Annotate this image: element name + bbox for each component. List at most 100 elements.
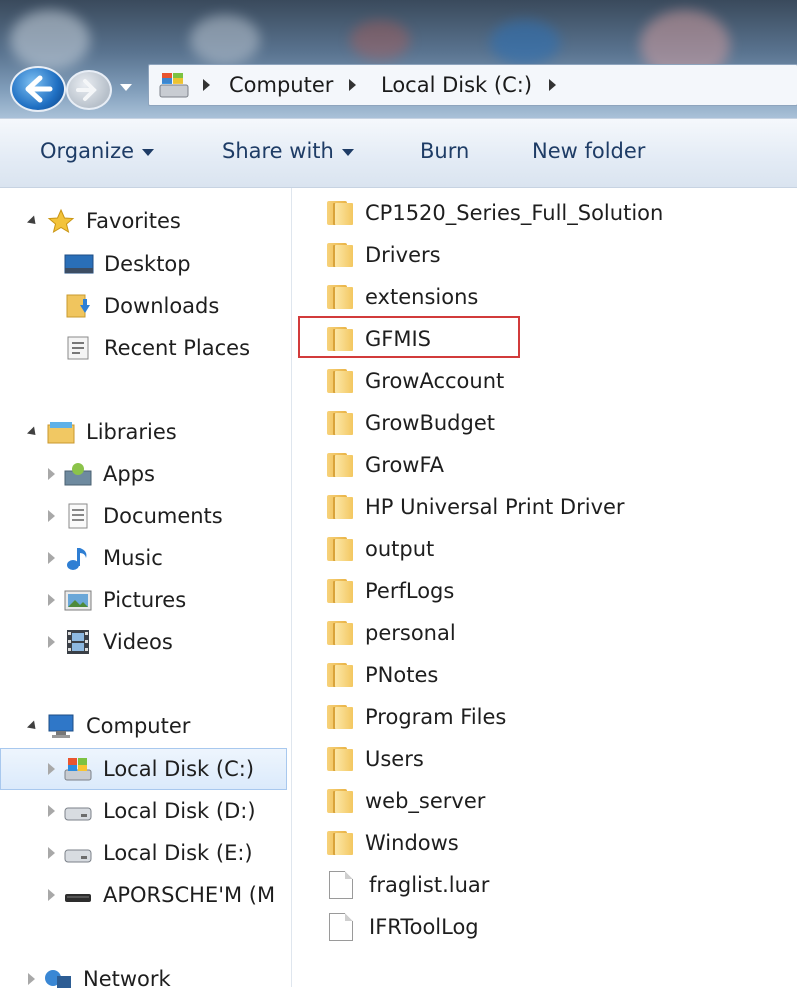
document-icon (329, 913, 353, 941)
folder-item[interactable]: PerfLogs (325, 570, 795, 612)
breadcrumb-separator[interactable] (349, 79, 356, 91)
breadcrumb-separator[interactable] (549, 79, 556, 91)
expand-arrow-icon[interactable] (26, 425, 40, 439)
hard-drive-icon (63, 798, 93, 824)
folder-icon (325, 705, 355, 729)
downloads-icon (64, 293, 94, 319)
nav-label: Computer (86, 714, 191, 738)
star-icon (46, 208, 76, 234)
expand-arrow-icon[interactable] (48, 805, 55, 817)
organize-menu[interactable]: Organize (40, 139, 155, 163)
folder-icon (325, 663, 355, 687)
computer-icon (46, 713, 76, 739)
nav-network[interactable]: Network (28, 959, 171, 999)
nav-label: Local Disk (E:) (103, 841, 253, 865)
back-button[interactable] (10, 66, 66, 112)
forward-arrow-icon (76, 79, 97, 101)
organize-label: Organize (40, 139, 135, 163)
folder-item[interactable]: GrowBudget (325, 402, 795, 444)
nav-label: Network (83, 967, 171, 991)
folder-item[interactable]: GrowAccount (325, 360, 795, 402)
forward-button[interactable] (66, 70, 112, 110)
nav-item-apps[interactable]: Apps (48, 454, 155, 494)
folder-name: PNotes (365, 663, 439, 687)
nav-item-local-disk-d[interactable]: Local Disk (D:) (48, 791, 256, 831)
folder-item[interactable]: PNotes (325, 654, 795, 696)
expand-arrow-icon[interactable] (48, 510, 55, 522)
expand-arrow-icon[interactable] (48, 889, 55, 901)
folder-name: CP1520_Series_Full_Solution (365, 201, 664, 225)
nav-item-local-disk-e[interactable]: Local Disk (E:) (48, 833, 253, 873)
documents-icon (63, 503, 93, 529)
expand-arrow-icon[interactable] (48, 468, 55, 480)
nav-label: Recent Places (104, 336, 251, 360)
desktop-icon (64, 251, 94, 277)
nav-item-pictures[interactable]: Pictures (48, 580, 186, 620)
nav-item-removable-drive[interactable]: APORSCHE'M (M (48, 875, 275, 915)
folder-name: personal (365, 621, 456, 645)
folder-item[interactable]: Users (325, 738, 795, 780)
nav-label: Libraries (86, 420, 177, 444)
folder-item[interactable]: GrowFA (325, 444, 795, 486)
folder-icon (325, 789, 355, 813)
usb-drive-icon (63, 882, 93, 908)
expand-arrow-icon[interactable] (26, 719, 40, 733)
expand-arrow-icon[interactable] (48, 636, 55, 648)
breadcrumb-local-disk-c[interactable]: Local Disk (C:) (381, 73, 532, 97)
recent-pages-dropdown[interactable] (120, 84, 132, 91)
expand-arrow-icon[interactable] (26, 214, 40, 228)
folder-icon (325, 201, 355, 225)
folder-icon (325, 285, 355, 309)
folder-name: web_server (365, 789, 486, 813)
nav-item-desktop[interactable]: Desktop (64, 244, 191, 284)
expand-arrow-icon[interactable] (48, 763, 55, 775)
nav-item-documents[interactable]: Documents (48, 496, 223, 536)
nav-item-videos[interactable]: Videos (48, 622, 173, 662)
breadcrumb-computer[interactable]: Computer (229, 73, 333, 97)
expand-arrow-icon[interactable] (28, 973, 35, 985)
computer-drive-icon (159, 73, 189, 98)
nav-item-recent-places[interactable]: Recent Places (64, 328, 250, 368)
nav-libraries[interactable]: Libraries (26, 412, 177, 452)
folder-item[interactable]: Drivers (325, 234, 795, 276)
folder-name: GrowAccount (365, 369, 505, 393)
file-item[interactable]: IFRToolLog (325, 906, 795, 948)
file-item[interactable]: fraglist.luar (325, 864, 795, 906)
expand-arrow-icon[interactable] (48, 847, 55, 859)
folder-icon (325, 747, 355, 771)
new-folder-button[interactable]: New folder (532, 139, 645, 163)
folder-item-gfmis[interactable]: GFMIS (325, 318, 795, 360)
document-icon (329, 871, 353, 899)
share-with-label: Share with (222, 139, 334, 163)
folder-item[interactable]: web_server (325, 780, 795, 822)
folder-item[interactable]: extensions (325, 276, 795, 318)
nav-label: Documents (103, 504, 223, 528)
folder-name: Windows (365, 831, 459, 855)
libraries-icon (46, 419, 76, 445)
burn-button[interactable]: Burn (420, 139, 469, 163)
folder-item[interactable]: HP Universal Print Driver (325, 486, 795, 528)
address-bar[interactable]: Computer Local Disk (C:) (148, 64, 797, 106)
expand-arrow-icon[interactable] (48, 594, 55, 606)
nav-item-music[interactable]: Music (48, 538, 163, 578)
folder-item[interactable]: personal (325, 612, 795, 654)
breadcrumb-separator[interactable] (203, 79, 210, 91)
nav-label: Videos (103, 630, 173, 654)
folder-item[interactable]: CP1520_Series_Full_Solution (325, 192, 795, 234)
share-with-menu[interactable]: Share with (222, 139, 354, 163)
pane-divider[interactable] (291, 188, 292, 987)
hard-drive-icon (63, 840, 93, 866)
expand-arrow-icon[interactable] (48, 552, 55, 564)
folder-name: Users (365, 747, 424, 771)
nav-computer[interactable]: Computer (26, 706, 191, 746)
folder-name: GFMIS (365, 327, 431, 351)
folder-name: extensions (365, 285, 479, 309)
folder-item[interactable]: output (325, 528, 795, 570)
apps-icon (63, 461, 93, 487)
nav-item-local-disk-c[interactable]: Local Disk (C:) (48, 749, 254, 789)
folder-item[interactable]: Windows (325, 822, 795, 864)
folder-item[interactable]: Program Files (325, 696, 795, 738)
nav-label: Downloads (104, 294, 220, 318)
nav-favorites[interactable]: Favorites (26, 201, 181, 241)
nav-item-downloads[interactable]: Downloads (64, 286, 219, 326)
